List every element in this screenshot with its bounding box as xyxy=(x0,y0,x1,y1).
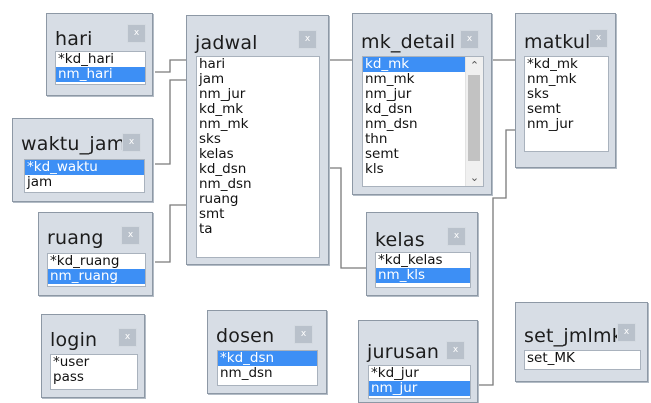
field-item[interactable]: *kd_hari xyxy=(56,52,145,67)
table-title: login xyxy=(50,329,98,351)
field-list[interactable]: *kd_jur nm_jur xyxy=(368,365,471,399)
link-hari-jadwal xyxy=(155,59,186,73)
field-item[interactable]: *user xyxy=(51,355,137,370)
table-title: hari xyxy=(55,28,93,50)
field-item-selected[interactable]: kd_mk xyxy=(363,57,466,72)
field-item[interactable]: jam xyxy=(197,72,319,87)
close-icon[interactable]: x xyxy=(446,341,465,360)
field-item-selected[interactable]: nm_kls xyxy=(376,268,470,283)
field-item[interactable]: smt xyxy=(197,207,319,222)
field-item-selected[interactable]: *kd_dsn xyxy=(218,351,317,366)
table-mk-detail[interactable]: mk_detail x kd_mk nm_mk nm_jur kd_dsn nm… xyxy=(352,13,492,195)
field-list[interactable]: *kd_dsn nm_dsn xyxy=(217,350,318,386)
scroll-up-icon[interactable]: ⌃ xyxy=(466,57,483,74)
field-item[interactable]: *kd_ruang xyxy=(48,254,145,269)
close-icon[interactable]: x xyxy=(118,328,137,347)
table-title: ruang xyxy=(47,227,104,249)
field-item-selected[interactable]: *kd_waktu xyxy=(25,160,144,175)
table-title: jadwal xyxy=(195,32,258,54)
link-waktu-jam-jadwal xyxy=(155,79,186,165)
vertical-scrollbar[interactable]: ⌃ ⌄ xyxy=(465,57,483,186)
field-item[interactable]: ruang xyxy=(197,192,319,207)
table-title: kelas xyxy=(375,229,425,251)
field-item[interactable]: nm_dsn xyxy=(197,177,319,192)
table-title: set_jmlmk xyxy=(524,325,623,347)
field-item-selected[interactable]: nm_ruang xyxy=(48,269,145,284)
close-icon[interactable]: x xyxy=(617,323,636,342)
field-item-selected[interactable]: nm_hari xyxy=(56,67,145,82)
close-icon[interactable]: x xyxy=(447,227,466,246)
field-item[interactable]: *kd_mk xyxy=(525,57,608,72)
field-list[interactable]: *kd_waktu jam xyxy=(24,159,145,193)
field-item[interactable]: sks xyxy=(197,132,319,147)
field-list[interactable]: *user pass xyxy=(50,354,138,390)
close-icon[interactable]: x xyxy=(127,24,146,43)
table-jadwal[interactable]: jadwal x hari jam nm_jur kd_mk nm_mk sks… xyxy=(186,15,329,265)
field-item[interactable]: *kd_jur xyxy=(369,366,470,381)
close-icon[interactable]: x xyxy=(294,325,313,344)
table-hari[interactable]: hari x *kd_hari nm_hari xyxy=(46,13,153,96)
field-list[interactable]: hari jam nm_jur kd_mk nm_mk sks kelas kd… xyxy=(196,56,320,258)
scroll-thumb[interactable] xyxy=(468,75,480,161)
field-item[interactable]: hari xyxy=(197,57,319,72)
field-item[interactable]: sks xyxy=(525,87,608,102)
field-list[interactable]: kd_mk nm_mk nm_jur kd_dsn nm_dsn thn sem… xyxy=(362,56,484,187)
table-title: waktu_jam xyxy=(21,133,126,155)
field-item[interactable]: nm_jur xyxy=(197,87,319,102)
field-list[interactable]: set_MK xyxy=(524,350,641,370)
table-title: mk_detail xyxy=(361,31,456,53)
field-list[interactable]: *kd_kelas nm_kls xyxy=(375,252,471,288)
close-icon[interactable]: x xyxy=(460,30,479,49)
close-icon[interactable]: x xyxy=(122,133,141,152)
field-item[interactable]: set_MK xyxy=(525,351,640,366)
table-matkul[interactable]: matkul x *kd_mk nm_mk sks semt nm_jur xyxy=(515,13,616,168)
table-ruang[interactable]: ruang x *kd_ruang nm_ruang xyxy=(38,212,153,296)
field-item[interactable]: nm_mk xyxy=(197,117,319,132)
field-item[interactable]: jam xyxy=(25,175,144,190)
table-jurusan[interactable]: jurusan x *kd_jur nm_jur xyxy=(358,320,478,403)
table-login[interactable]: login x *user pass xyxy=(41,314,145,398)
table-waktu-jam[interactable]: waktu_jam x *kd_waktu jam xyxy=(12,118,153,202)
field-item[interactable]: pass xyxy=(51,370,137,385)
field-item[interactable]: kd_mk xyxy=(197,102,319,117)
table-dosen[interactable]: dosen x *kd_dsn nm_dsn xyxy=(207,310,327,394)
table-title: jurusan xyxy=(367,341,440,363)
field-item[interactable]: nm_mk xyxy=(525,72,608,87)
field-item[interactable]: kelas xyxy=(197,147,319,162)
field-item[interactable]: nm_jur xyxy=(525,117,608,132)
field-item[interactable]: *kd_kelas xyxy=(376,253,470,268)
field-item[interactable]: ta xyxy=(197,222,319,237)
close-icon[interactable]: x xyxy=(298,30,317,49)
table-kelas[interactable]: kelas x *kd_kelas nm_kls xyxy=(366,212,478,296)
table-set-jmlmk[interactable]: set_jmlmk x set_MK xyxy=(515,302,648,382)
table-title: dosen xyxy=(216,325,275,347)
field-list[interactable]: *kd_mk nm_mk sks semt nm_jur xyxy=(524,56,609,152)
field-item[interactable]: kd_dsn xyxy=(197,162,319,177)
field-list[interactable]: *kd_ruang nm_ruang xyxy=(47,253,146,287)
close-icon[interactable]: x xyxy=(121,226,140,245)
field-list[interactable]: *kd_hari nm_hari xyxy=(55,51,146,85)
field-item[interactable]: nm_dsn xyxy=(218,366,317,381)
close-icon[interactable]: x xyxy=(589,29,608,48)
field-item[interactable]: semt xyxy=(525,102,608,117)
link-ruang-jadwal xyxy=(155,204,186,263)
scroll-down-icon[interactable]: ⌄ xyxy=(466,169,483,186)
table-title: matkul xyxy=(524,31,591,53)
field-item-selected[interactable]: nm_jur xyxy=(369,381,470,396)
